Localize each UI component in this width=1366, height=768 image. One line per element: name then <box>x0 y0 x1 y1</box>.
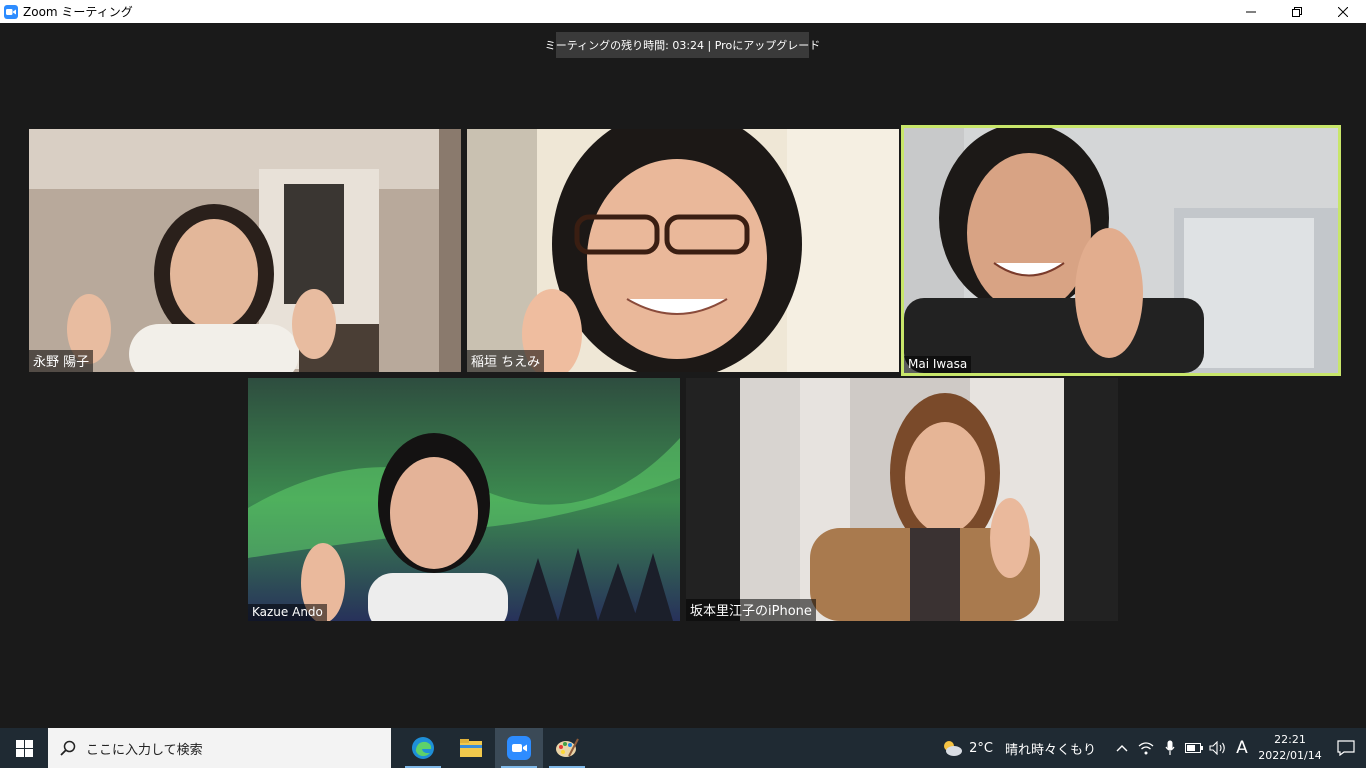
restore-icon <box>1292 6 1302 17</box>
title-bar: Zoom ミーティング <box>0 0 1366 23</box>
start-button[interactable] <box>0 728 48 768</box>
video-tile[interactable]: Kazue Ando <box>248 378 680 621</box>
windows-icon <box>15 739 33 757</box>
video-tile[interactable]: 稲垣 ちえみ <box>467 129 899 372</box>
taskbar-app-edge[interactable] <box>399 728 447 768</box>
minimize-icon <box>1246 11 1256 12</box>
wifi-icon <box>1138 742 1154 755</box>
battery-button[interactable] <box>1182 728 1206 768</box>
clock-time: 22:21 <box>1274 733 1306 746</box>
microphone-icon <box>1165 740 1175 755</box>
search-icon <box>60 740 76 756</box>
participant-video <box>29 129 461 372</box>
taskbar-app-paint[interactable] <box>543 728 591 768</box>
edge-icon <box>412 737 434 759</box>
microphone-button[interactable] <box>1158 728 1182 768</box>
action-center-button[interactable] <box>1326 728 1366 768</box>
clock-date: 2022/01/14 <box>1258 749 1322 762</box>
video-tile[interactable]: 永野 陽子 <box>29 129 461 372</box>
battery-icon <box>1185 743 1203 753</box>
minimize-button[interactable] <box>1228 0 1274 23</box>
zoom-app-icon <box>4 4 18 19</box>
window-title: Zoom ミーティング <box>23 5 133 19</box>
weather-temp: 2°C <box>969 740 993 756</box>
participant-name: Mai Iwasa <box>904 356 972 373</box>
close-icon <box>1338 6 1348 17</box>
show-hidden-icons-button[interactable] <box>1110 728 1134 768</box>
clock[interactable]: 22:21 2022/01/14 <box>1254 732 1326 764</box>
video-tile[interactable]: 坂本里江子のiPhone <box>686 378 1118 621</box>
taskbar-app-zoom[interactable] <box>495 728 543 768</box>
meeting-area: ミーティングの残り時間: 03:24 | Proにアップグレード 永野 陽子 稲… <box>0 23 1366 728</box>
participant-name: 永野 陽子 <box>29 350 94 372</box>
file-explorer-icon <box>460 739 482 757</box>
taskbar-search[interactable]: ここに入力して検索 <box>48 728 391 768</box>
participant-video <box>248 378 680 621</box>
weather-desc: 晴れ時々くもり <box>1004 742 1096 758</box>
chevron-up-icon <box>1116 745 1128 752</box>
participant-name: Kazue Ando <box>248 604 327 621</box>
active-speaker-tile[interactable]: Mai Iwasa <box>901 125 1341 376</box>
participant-name: 坂本里江子のiPhone <box>686 599 816 621</box>
search-placeholder: ここに入力して検索 <box>86 742 203 758</box>
partly-cloudy-icon <box>944 741 963 756</box>
weather-widget[interactable]: 2°C 晴れ時々くもり <box>941 739 1096 758</box>
ime-indicator[interactable]: A <box>1230 728 1254 768</box>
participant-name: 稲垣 ちえみ <box>467 350 545 372</box>
restore-button[interactable] <box>1274 0 1320 23</box>
participant-video <box>740 378 1064 621</box>
close-button[interactable] <box>1320 0 1366 23</box>
paint-icon <box>556 738 579 757</box>
speaker-icon <box>1209 741 1225 755</box>
time-remaining-banner[interactable]: ミーティングの残り時間: 03:24 | Proにアップグレード <box>545 32 820 58</box>
network-button[interactable] <box>1134 728 1158 768</box>
participant-video <box>904 128 1338 373</box>
notification-icon <box>1337 740 1355 756</box>
taskbar: ここに入力して検索 2°C 晴れ時々くもり A 22:21 2022/01/14 <box>0 728 1366 768</box>
zoom-icon <box>507 736 531 760</box>
participant-video <box>467 129 899 372</box>
volume-button[interactable] <box>1206 728 1230 768</box>
taskbar-app-explorer[interactable] <box>447 728 495 768</box>
